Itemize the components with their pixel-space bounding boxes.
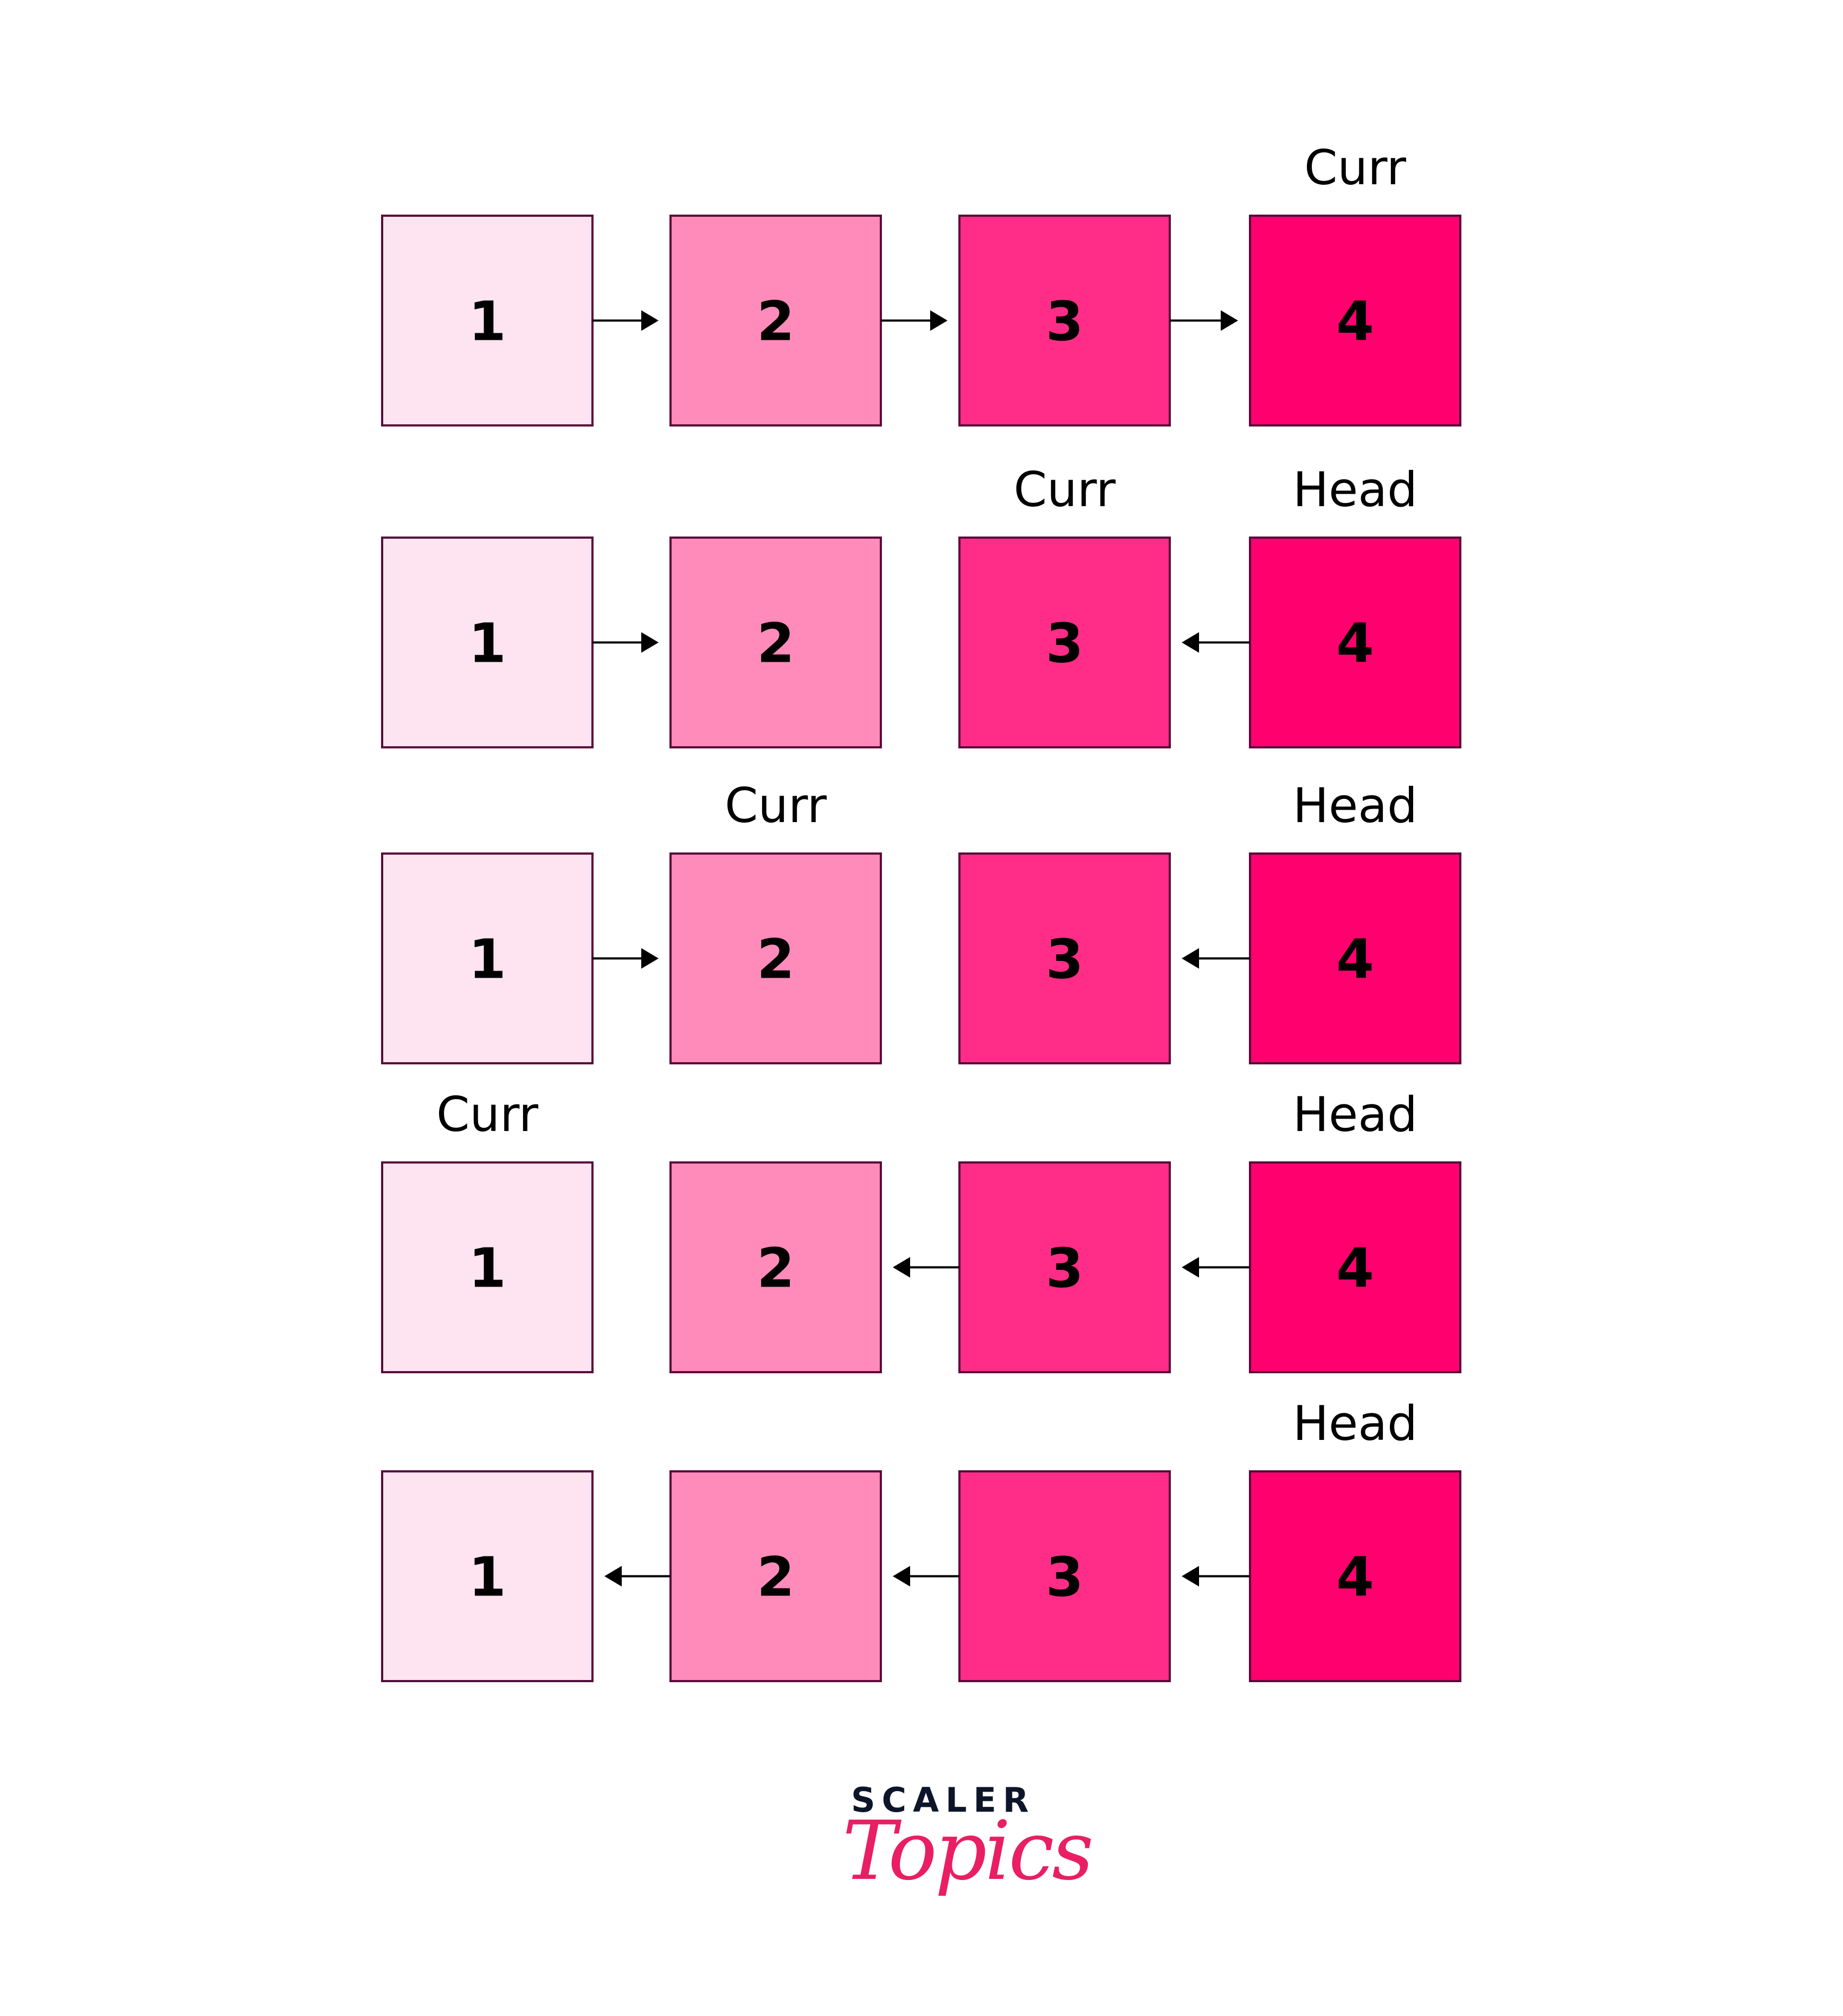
node-value: 4 xyxy=(1336,1237,1374,1300)
next-pointer-arrow-icon xyxy=(1182,1257,1250,1278)
list-node-4: 4 xyxy=(1249,852,1461,1064)
curr-pointer-label: Curr xyxy=(1304,140,1407,196)
list-state-row-2: 1 2 3 4 Curr Head xyxy=(381,462,1461,748)
list-node-2: 2 xyxy=(669,1161,882,1373)
next-pointer-arrow-icon xyxy=(592,632,659,653)
logo-product-text: Topics xyxy=(842,1804,1094,1898)
node-value: 2 xyxy=(757,612,795,675)
node-value: 1 xyxy=(468,612,506,675)
arrow-head xyxy=(1182,948,1199,969)
list-node-4: 4 xyxy=(1249,215,1461,427)
node-value: 2 xyxy=(757,928,795,991)
arrow-head xyxy=(1221,310,1238,331)
linked-list-reversal-diagram: 1 2 3 4 Curr 1 2 3 4 Curr Head 1 2 3 4 Curr Head 1 2 3 4 Curr… xyxy=(381,140,1461,1682)
node-value: 4 xyxy=(1336,612,1374,675)
list-state-row-3: 1 2 3 4 Curr Head xyxy=(381,778,1461,1064)
list-node-1: 1 xyxy=(381,215,594,427)
next-pointer-arrow-icon xyxy=(1182,1566,1250,1587)
node-value: 3 xyxy=(1046,928,1084,991)
next-pointer-arrow-icon xyxy=(604,1566,671,1587)
node-value: 4 xyxy=(1336,1546,1374,1609)
curr-pointer-label: Curr xyxy=(436,1087,539,1142)
arrow-head xyxy=(641,948,659,969)
list-state-row-5: 1 2 3 4 Head xyxy=(381,1395,1461,1682)
node-value: 3 xyxy=(1046,1237,1084,1300)
arrow-head xyxy=(893,1257,910,1278)
list-node-3: 3 xyxy=(958,852,1171,1064)
arrow-head xyxy=(1182,632,1199,653)
head-pointer-label: Head xyxy=(1293,778,1417,833)
arrow-head xyxy=(604,1566,622,1587)
list-node-4: 4 xyxy=(1249,537,1461,748)
arrow-head xyxy=(1182,1257,1199,1278)
next-pointer-arrow-icon xyxy=(592,948,659,969)
list-state-row-1: 1 2 3 4 Curr xyxy=(381,140,1461,427)
list-node-2: 2 xyxy=(669,1470,882,1682)
scaler-topics-logo: SCALER Topics xyxy=(835,1780,1094,1921)
head-pointer-label: Head xyxy=(1293,1395,1417,1451)
node-value: 3 xyxy=(1046,290,1084,353)
head-pointer-label: Head xyxy=(1293,462,1417,518)
head-pointer-label: Head xyxy=(1293,1087,1417,1142)
list-node-3: 3 xyxy=(958,1161,1171,1373)
next-pointer-arrow-icon xyxy=(1182,948,1250,969)
list-node-2: 2 xyxy=(669,215,882,427)
list-node-1: 1 xyxy=(381,852,594,1064)
node-value: 1 xyxy=(468,1546,506,1609)
list-node-2: 2 xyxy=(669,852,882,1064)
curr-pointer-label: Curr xyxy=(725,778,827,833)
list-node-4: 4 xyxy=(1249,1470,1461,1682)
node-value: 4 xyxy=(1336,290,1374,353)
arrow-head xyxy=(893,1566,910,1587)
list-node-4: 4 xyxy=(1249,1161,1461,1373)
arrow-head xyxy=(641,310,659,331)
arrow-head xyxy=(1182,1566,1199,1587)
node-value: 1 xyxy=(468,1237,506,1300)
list-node-1: 1 xyxy=(381,1470,594,1682)
node-value: 2 xyxy=(757,1546,795,1609)
list-node-3: 3 xyxy=(958,1470,1171,1682)
node-value: 1 xyxy=(468,290,506,353)
list-node-1: 1 xyxy=(381,537,594,748)
list-node-2: 2 xyxy=(669,537,882,748)
node-value: 2 xyxy=(757,290,795,353)
list-node-3: 3 xyxy=(958,537,1171,748)
next-pointer-arrow-icon xyxy=(1182,632,1250,653)
list-node-1: 1 xyxy=(381,1161,594,1373)
next-pointer-arrow-icon xyxy=(592,310,659,331)
list-node-3: 3 xyxy=(958,215,1171,427)
arrow-head xyxy=(930,310,948,331)
next-pointer-arrow-icon xyxy=(881,310,948,331)
arrow-head xyxy=(641,632,659,653)
next-pointer-arrow-icon xyxy=(893,1566,959,1587)
node-value: 3 xyxy=(1046,1546,1084,1609)
node-value: 2 xyxy=(757,1237,795,1300)
node-value: 4 xyxy=(1336,928,1374,991)
list-state-row-4: 1 2 3 4 Curr Head xyxy=(381,1087,1461,1373)
node-value: 1 xyxy=(468,928,506,991)
next-pointer-arrow-icon xyxy=(1170,310,1238,331)
curr-pointer-label: Curr xyxy=(1014,462,1116,518)
node-value: 3 xyxy=(1046,612,1084,675)
next-pointer-arrow-icon xyxy=(893,1257,959,1278)
